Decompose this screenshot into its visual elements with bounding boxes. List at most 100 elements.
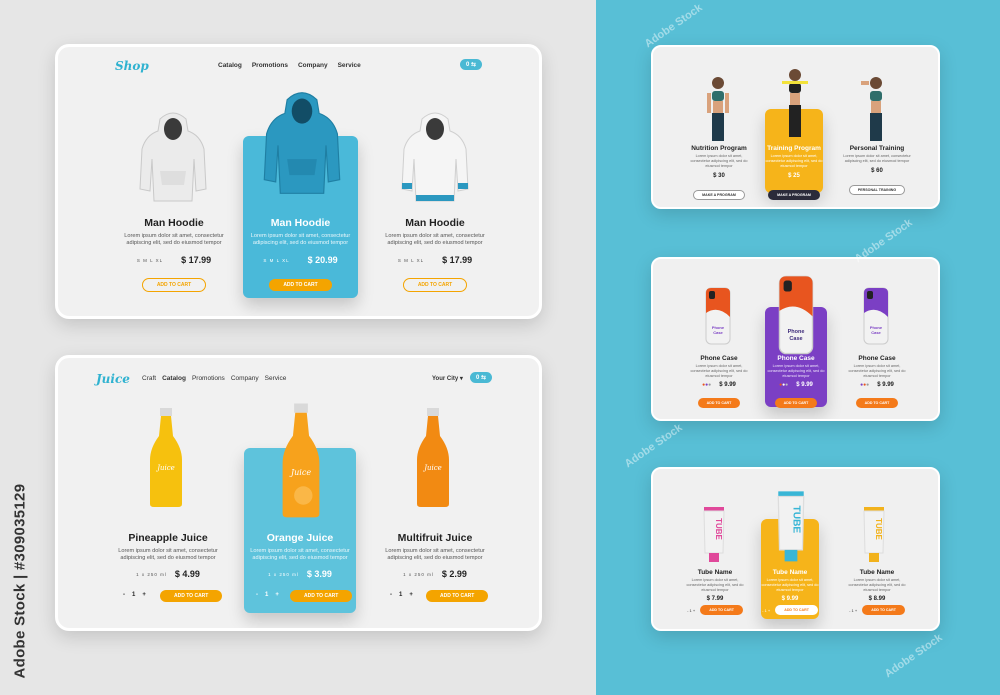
add-to-cart-button[interactable]: ADD TO CART — [402, 278, 468, 292]
add-to-cart-button[interactable]: ADD TO CART — [290, 590, 353, 602]
product-title: Pineapple Juice — [128, 532, 208, 544]
quantity-stepper[interactable]: - 1 + — [687, 608, 695, 613]
menu-item-promotions[interactable]: Promotions — [252, 62, 288, 69]
quantity-stepper: - 1 + — [123, 592, 146, 598]
add-to-cart-button[interactable]: ADD TO CART — [774, 398, 818, 408]
city-selector[interactable]: Your City ▾ — [432, 375, 463, 382]
phone-case-orange-image: Phone Case — [705, 287, 731, 345]
color-swatches[interactable]: ●●● — [702, 382, 711, 388]
product-title: Multifruit Juice — [397, 532, 473, 544]
make-program-button[interactable]: MAKE A PROGRAM — [693, 190, 745, 200]
juice-menu: Craft Catalog Promotions Company Service — [142, 375, 286, 382]
add-to-cart-button[interactable]: ADD TO CART — [855, 398, 899, 408]
product-title: Man Hoodie — [405, 217, 465, 229]
color-swatches[interactable]: ●●● — [860, 382, 869, 388]
product-price: $ 9.99 — [719, 382, 736, 388]
fitness-woman-2-image — [782, 69, 808, 137]
tube-pink-image: TUBE — [703, 507, 725, 562]
product-price: $ 17.99 — [181, 255, 212, 265]
menu-item-company[interactable]: Company — [298, 62, 328, 69]
volume-label: 1 x 250 ml — [136, 571, 167, 577]
add-to-cart-button[interactable]: ADD TO CART — [775, 605, 818, 615]
quantity-stepper[interactable]: - 1 + — [762, 608, 770, 613]
qty-value[interactable]: 1 — [690, 608, 692, 613]
add-to-cart-button[interactable]: ADD TO CART — [862, 605, 905, 615]
qty-value[interactable]: 1 — [399, 592, 402, 598]
product-description: Lorem ipsum dolor sit amet, consectetur … — [765, 154, 823, 168]
product-title: Man Hoodie — [144, 217, 204, 229]
personal-training-button[interactable]: PERSONAL TRAINING — [848, 185, 906, 195]
stock-watermark-text: Adobe Stock | #309035129 — [11, 483, 29, 679]
product-title: Phone Case — [858, 355, 896, 362]
product-price: $ 17.99 — [442, 255, 473, 265]
svg-text:Case: Case — [871, 330, 881, 335]
size-options[interactable]: S M L XL — [137, 258, 163, 263]
svg-text:TUBE: TUBE — [714, 518, 723, 540]
qty-value[interactable]: 1 — [852, 608, 854, 613]
size-options[interactable]: S M L XL — [263, 258, 289, 263]
menu-item-catalog[interactable]: Catalog — [218, 62, 242, 69]
menu-item-service[interactable]: Service — [338, 62, 361, 69]
qty-value[interactable]: 1 — [265, 592, 268, 598]
menu-item-craft[interactable]: Craft — [142, 375, 156, 382]
shop-card: Shop Catalog Promotions Company Service … — [55, 44, 542, 319]
add-to-cart-button[interactable]: ADD TO CART — [700, 605, 743, 615]
product-description: Lorem ipsum dolor sit amet, consectetur … — [690, 364, 748, 378]
menu-item-service[interactable]: Service — [265, 375, 287, 382]
hoodie-white-blue-image — [401, 112, 469, 202]
qty-value[interactable]: 1 — [765, 608, 767, 613]
product-price: $ 3.99 — [306, 569, 332, 579]
add-to-cart-button[interactable]: ADD TO CART — [697, 398, 741, 408]
product-description: Lorem ipsum dolor sit amet, consectetur … — [843, 154, 911, 163]
qty-value[interactable]: 1 — [132, 592, 135, 598]
color-swatches[interactable]: ●●● — [779, 382, 788, 388]
qty-minus-button[interactable]: - — [123, 592, 125, 598]
shop-product-2: Man Hoodie Lorem ipsum dolor sit amet, c… — [243, 217, 358, 291]
qty-plus-button[interactable]: + — [142, 592, 146, 598]
fitness-card: Nutrition Program Lorem ipsum dolor sit … — [651, 45, 940, 209]
svg-text:Juice: Juice — [422, 464, 442, 472]
svg-text:Juice: Juice — [289, 468, 311, 477]
product-title: Man Hoodie — [270, 217, 331, 229]
add-to-cart-button[interactable]: ADD TO CART — [141, 278, 207, 292]
hoodie-blue-image — [263, 92, 341, 194]
volume-label: 1 x 250 ml — [268, 571, 299, 577]
add-to-cart-button[interactable]: ADD TO CART — [426, 590, 489, 602]
juice-card: Juice Craft Catalog Promotions Company S… — [55, 355, 542, 631]
product-price: $ 9.99 — [796, 382, 813, 388]
menu-item-catalog[interactable]: Catalog — [162, 375, 186, 382]
product-price: $ 60 — [871, 168, 883, 174]
cart-button[interactable]: 0 ⇆ — [460, 59, 483, 70]
phone-case-card: Phone Case Phone Case Phone Case Phone C… — [651, 257, 940, 421]
make-program-button[interactable]: MAKE A PROGRAM — [768, 190, 820, 200]
shop-logo[interactable]: Shop — [115, 59, 149, 73]
bottle-label: Juice — [155, 464, 175, 472]
menu-item-promotions[interactable]: Promotions — [192, 375, 225, 382]
product-title: Personal Training — [849, 145, 905, 152]
product-price: $ 2.99 — [441, 569, 467, 579]
phone-product-3: Phone Case Lorem ipsum dolor sit amet, c… — [847, 355, 907, 409]
svg-text:TUBE: TUBE — [874, 518, 883, 540]
add-to-cart-button[interactable]: ADD TO CART — [160, 590, 223, 602]
orange-juice-bottle: Juice — [282, 403, 320, 518]
fitness-product-2: Training Program Lorem ipsum dolor sit a… — [765, 145, 823, 201]
juice-logo[interactable]: Juice — [96, 372, 130, 386]
tube-yellow-image: TUBE — [863, 507, 885, 562]
product-description: Lorem ipsum dolor sit amet, consectetur … — [250, 548, 350, 561]
qty-minus-button[interactable]: - — [390, 592, 392, 598]
qty-plus-button[interactable]: + — [275, 592, 279, 598]
qty-plus-button[interactable]: + — [409, 592, 413, 598]
add-to-cart-button[interactable]: ADD TO CART — [269, 279, 332, 291]
size-options[interactable]: S M L XL — [398, 258, 424, 263]
shop-menu: Catalog Promotions Company Service — [218, 62, 361, 69]
product-price: $ 20.99 — [307, 255, 338, 265]
phone-product-2: Phone Case Lorem ipsum dolor sit amet, c… — [765, 355, 827, 409]
product-description: Lorem ipsum dolor sit amet, consectetur … — [385, 548, 485, 561]
menu-item-company[interactable]: Company — [231, 375, 259, 382]
product-price: $ 4.99 — [174, 569, 200, 579]
phone-product-1: Phone Case Lorem ipsum dolor sit amet, c… — [689, 355, 749, 409]
cart-button[interactable]: 0 ⇆ — [470, 372, 493, 383]
quantity-stepper: - 1 + — [390, 592, 413, 598]
quantity-stepper[interactable]: - 1 + — [849, 608, 857, 613]
qty-minus-button[interactable]: - — [256, 592, 258, 598]
